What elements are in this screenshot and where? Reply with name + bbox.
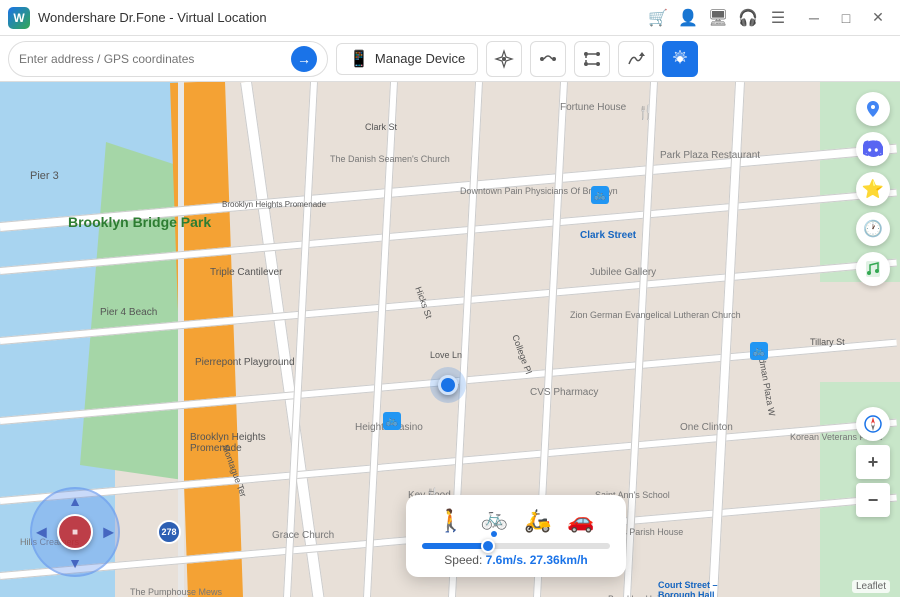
leaflet-badge: Leaflet <box>852 580 890 593</box>
joystick-control[interactable]: ▲ ▼ ◀ ▶ <box>30 487 120 577</box>
titlebar: W Wondershare Dr.Fone - Virtual Location… <box>0 0 900 36</box>
bike-route-icon-3: 🚲 <box>383 412 401 430</box>
speed-slider[interactable] <box>422 543 610 549</box>
speed-slider-thumb[interactable] <box>481 539 495 553</box>
jump-tool-btn[interactable] <box>618 41 654 77</box>
college-pl-road-label: College Pl <box>510 333 533 375</box>
clark-street-label: Clark Street <box>580 230 636 241</box>
highway-divider <box>178 82 184 597</box>
speed-panel: 🚶 🚲 🛵 🚗 Speed: 7.6m/s. 27.36km/h <box>406 495 626 577</box>
app-title: Wondershare Dr.Fone - Virtual Location <box>38 10 646 25</box>
clock-btn[interactable]: 🕐 <box>856 212 890 246</box>
speed-value: 7.6m/s. 27.36km/h <box>486 553 588 567</box>
monitor-icon[interactable]: 🖥 <box>706 6 730 30</box>
go-button[interactable]: → <box>291 46 317 72</box>
fortune-house-label: Fortune House <box>560 102 626 113</box>
route-tool-btn[interactable] <box>530 41 566 77</box>
toolbar: → 📱 Manage Device <box>0 36 900 82</box>
zoom-out-btn[interactable]: − <box>856 483 890 517</box>
cart-icon[interactable]: 🛒 <box>646 6 670 30</box>
love-ln-road-label: Love Ln <box>430 350 462 360</box>
moped-speed-icon[interactable]: 🛵 <box>524 508 551 534</box>
zion-church-label: Zion German Evangelical Lutheran Church <box>570 310 660 320</box>
joystick-up[interactable]: ▲ <box>68 493 82 509</box>
multi-route-tool-btn[interactable] <box>574 41 610 77</box>
joystick-right[interactable]: ▶ <box>103 524 114 541</box>
star-btn[interactable]: ⭐ <box>856 172 890 206</box>
manage-device-button[interactable]: 📱 Manage Device <box>336 43 478 75</box>
minimize-btn[interactable]: ─ <box>800 7 828 29</box>
settings-tool-btn[interactable] <box>662 41 698 77</box>
header-icons: 🛒 👤 🖥 🎧 ☰ <box>646 6 790 30</box>
map-container[interactable]: Brooklyn Bridge Park Pier 3 Pier 4 Beach… <box>0 82 900 597</box>
bike-speed-icon[interactable]: 🚲 <box>481 505 508 531</box>
profile-icon[interactable]: 👤 <box>676 6 700 30</box>
walk-speed-icon[interactable]: 🚶 <box>437 508 464 534</box>
cvs-label: CVS Pharmacy <box>530 387 598 398</box>
route-278-shield: 278 <box>157 520 181 544</box>
app-logo: W <box>8 7 30 29</box>
speed-mode-icons: 🚶 🚲 🛵 🚗 <box>422 505 610 537</box>
menu-icon[interactable]: ☰ <box>766 6 790 30</box>
phone-icon: 📱 <box>349 49 369 69</box>
teleport-tool-btn[interactable] <box>486 41 522 77</box>
close-btn[interactable]: ✕ <box>864 7 892 29</box>
manage-device-label: Manage Device <box>375 51 465 66</box>
bike-route-icon-2: 🚲 <box>750 342 768 360</box>
active-indicator <box>491 531 497 537</box>
google-maps-btn[interactable] <box>856 92 890 126</box>
danish-church-label: The Danish Seamen's Church <box>330 154 410 164</box>
speed-slider-fill <box>422 543 488 549</box>
zoom-controls: + − <box>856 407 890 517</box>
search-box[interactable]: → <box>8 41 328 77</box>
joystick-left[interactable]: ◀ <box>36 524 47 541</box>
joystick-outer: ▲ ▼ ◀ ▶ <box>30 487 120 577</box>
discord-btn[interactable] <box>856 132 890 166</box>
location-marker <box>438 375 458 395</box>
headphone-icon[interactable]: 🎧 <box>736 6 760 30</box>
food-icon-1: 🍴 <box>637 104 654 121</box>
joystick-center[interactable] <box>57 514 93 550</box>
bike-route-icon-1: 🚲 <box>591 186 609 204</box>
clinton-st <box>359 82 398 597</box>
compass-btn[interactable] <box>856 407 890 441</box>
car-speed-icon[interactable]: 🚗 <box>567 508 594 534</box>
speed-display: Speed: 7.6m/s. 27.36km/h <box>422 553 610 567</box>
music-btn[interactable] <box>856 252 890 286</box>
window-controls: ─ □ ✕ <box>800 7 892 29</box>
search-input[interactable] <box>19 52 291 66</box>
right-side-buttons: ⭐ 🕐 <box>856 92 890 286</box>
zoom-in-btn[interactable]: + <box>856 445 890 479</box>
maximize-btn[interactable]: □ <box>832 7 860 29</box>
joystick-down[interactable]: ▼ <box>68 555 82 571</box>
